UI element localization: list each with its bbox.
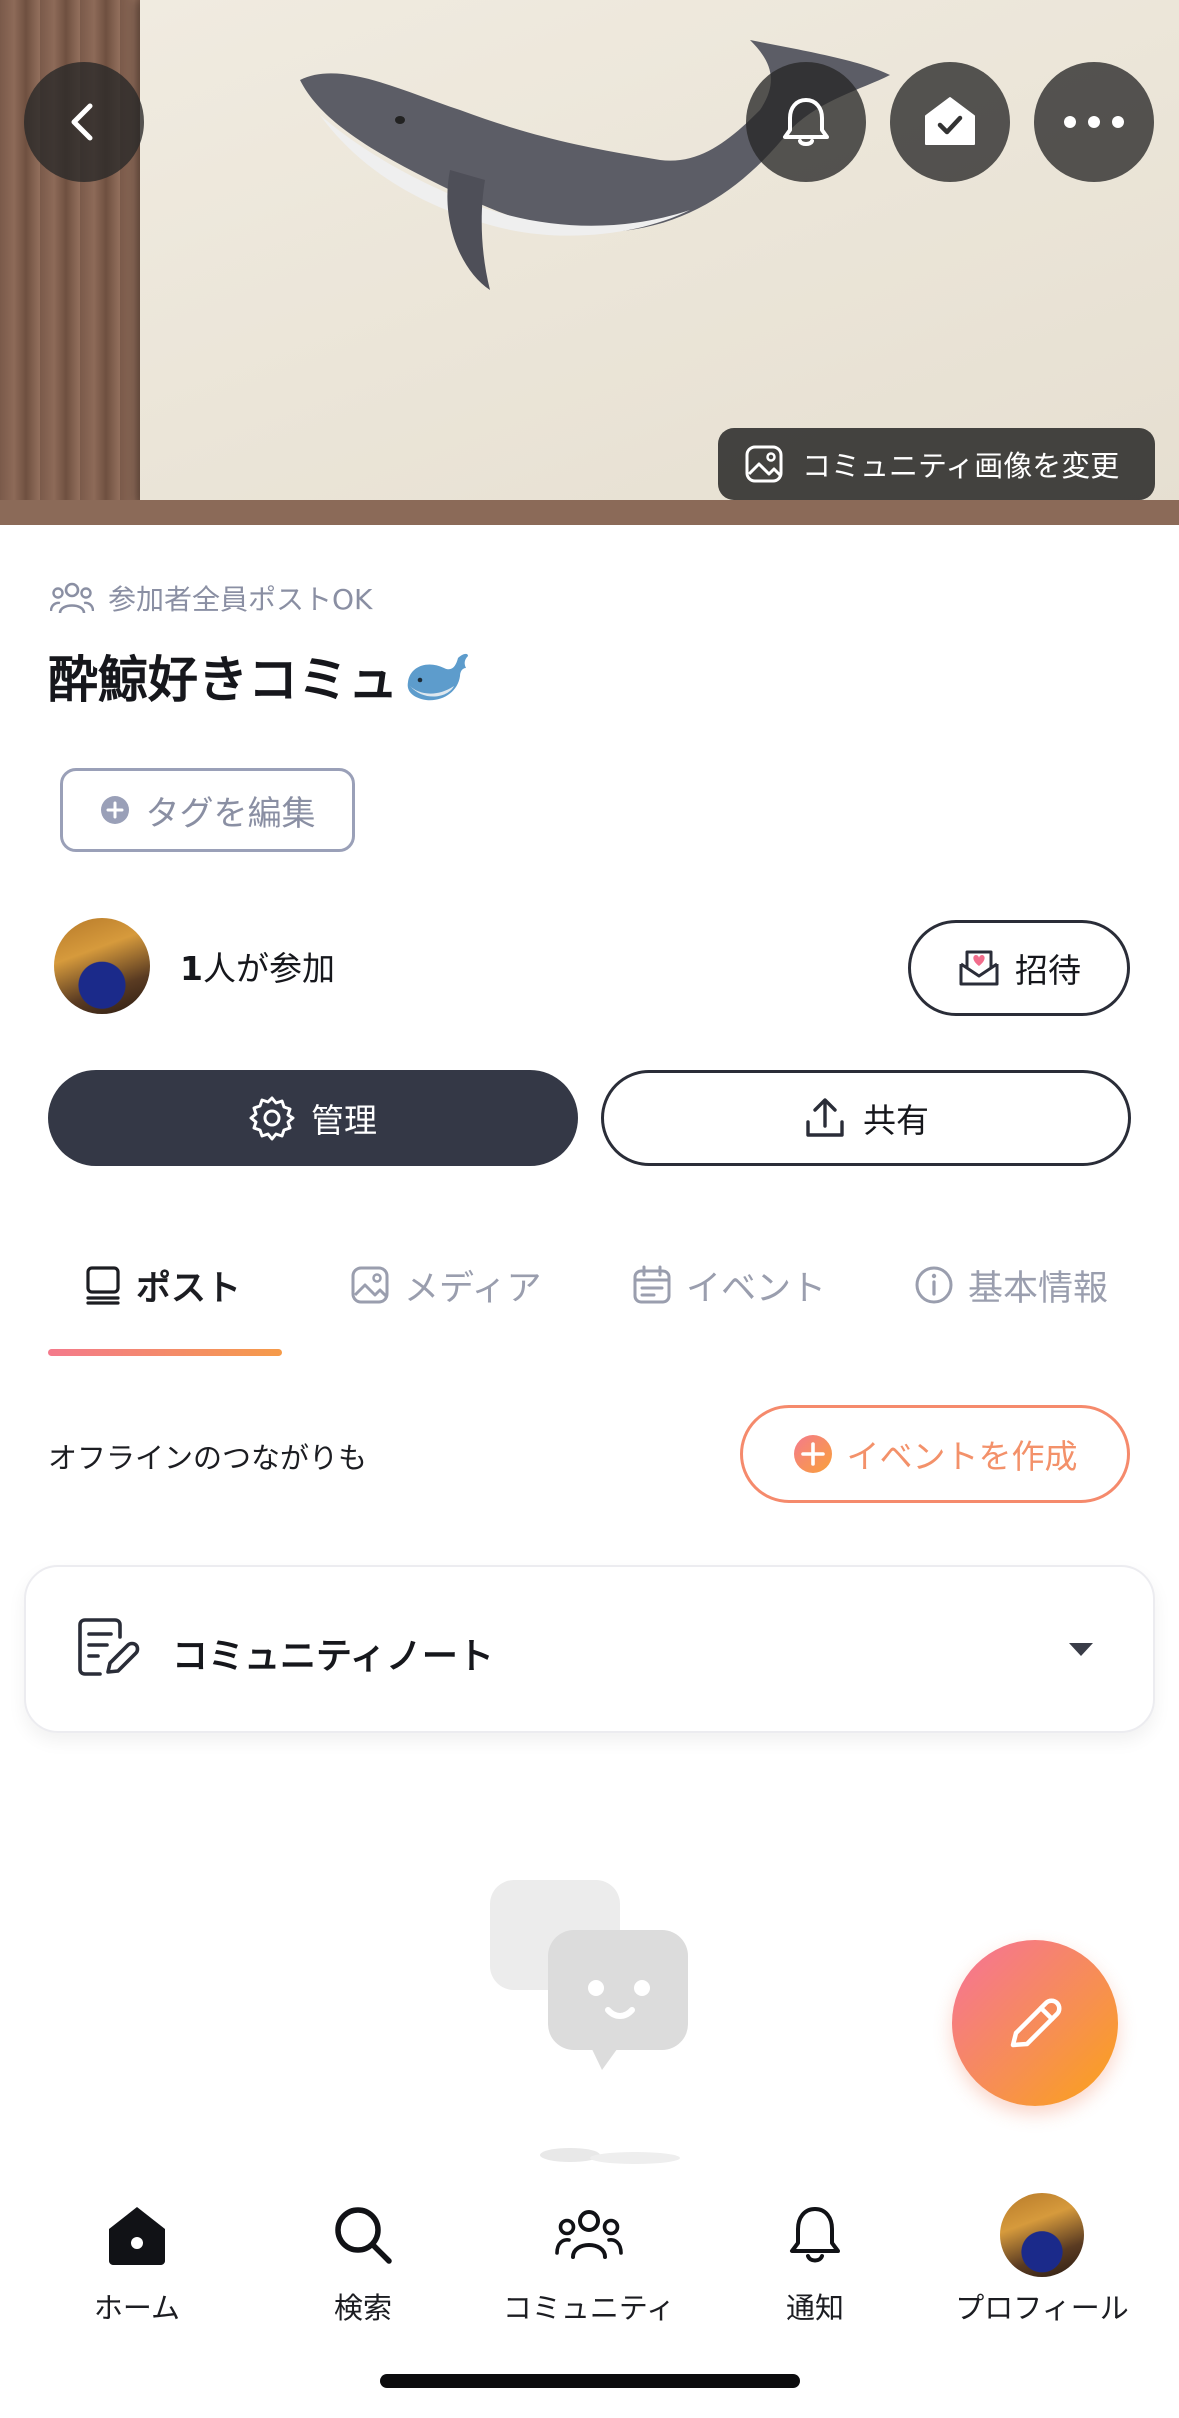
tab-posts-label: ポスト	[136, 1268, 242, 1309]
change-cover-image-label: コミュニティ画像を変更	[802, 449, 1120, 483]
share-upload-icon	[806, 1098, 844, 1137]
community-title-text: 酔鯨好きコミュ	[48, 651, 398, 709]
image-icon	[745, 445, 783, 483]
nav-home[interactable]: ホーム	[27, 2195, 247, 2327]
post-icon	[86, 1266, 120, 1305]
active-tab-indicator	[48, 1349, 282, 1356]
tab-events[interactable]: イベント	[632, 1255, 826, 1315]
plus-circle-icon	[793, 1435, 832, 1473]
notification-toggle-button[interactable]	[746, 62, 866, 182]
invite-label: 招待	[1015, 951, 1081, 990]
more-button[interactable]	[1034, 62, 1154, 182]
member-avatar[interactable]	[54, 918, 150, 1014]
edit-tags-label: タグを編集	[145, 793, 316, 834]
cover-floor	[0, 500, 1179, 525]
community-title: 酔鯨好きコミュ	[48, 640, 470, 712]
tab-media-label: メディア	[404, 1268, 542, 1309]
whale-emoji-icon	[407, 653, 468, 701]
home-icon	[109, 2207, 165, 2265]
members-count[interactable]: 1人が参加	[180, 942, 335, 990]
manage-label: 管理	[311, 1101, 377, 1140]
chevron-left-icon	[71, 103, 93, 141]
tab-posts[interactable]: ポスト	[84, 1255, 241, 1315]
tab-events-label: イベント	[686, 1268, 827, 1309]
people-icon	[50, 582, 94, 614]
pencil-icon	[1010, 1998, 1062, 2048]
back-button[interactable]	[24, 62, 144, 182]
empty-chat-illustration	[490, 1880, 688, 2164]
members-count-number: 1	[180, 949, 203, 988]
create-event-label: イベントを作成	[846, 1437, 1078, 1476]
nav-search[interactable]: 検索	[253, 2195, 473, 2327]
change-cover-image-button[interactable]: コミュニティ画像を変更	[718, 428, 1155, 500]
note-edit-icon	[78, 1618, 140, 1676]
manage-button[interactable]: 管理	[48, 1070, 578, 1166]
image-icon	[351, 1266, 389, 1304]
nav-community-label: コミュニティ	[502, 2291, 676, 2325]
nav-notifications[interactable]: 通知	[705, 2195, 925, 2327]
more-horizontal-icon	[1064, 116, 1124, 128]
avatar	[1000, 2193, 1084, 2277]
nav-search-label: 検索	[333, 2291, 392, 2325]
share-label: 共有	[863, 1101, 929, 1140]
nav-profile-label: プロフィール	[955, 2291, 1129, 2325]
tab-info-label: 基本情報	[968, 1268, 1109, 1309]
edit-tags-button[interactable]: タグを編集	[60, 768, 355, 852]
nav-community[interactable]: コミュニティ	[479, 2195, 699, 2327]
caret-down-icon	[1069, 1643, 1093, 1656]
joined-community-button[interactable]	[890, 62, 1010, 182]
members-count-suffix: 人が参加	[202, 949, 335, 988]
nav-profile[interactable]: プロフィール	[932, 2193, 1152, 2327]
search-icon	[335, 2207, 392, 2264]
post-permission: 参加者全員ポストOK	[50, 578, 372, 618]
tab-info[interactable]: 基本情報	[914, 1255, 1108, 1315]
community-note-label: コミュニティノート	[172, 1636, 494, 1677]
home-check-icon	[925, 97, 975, 145]
bell-icon	[790, 2207, 840, 2263]
calendar-icon	[633, 1265, 671, 1304]
invite-envelope-icon	[959, 950, 999, 986]
nav-notifications-label: 通知	[785, 2291, 844, 2325]
share-button[interactable]: 共有	[601, 1070, 1131, 1166]
home-indicator	[380, 2374, 800, 2388]
info-icon	[915, 1266, 953, 1304]
tab-media[interactable]: メディア	[350, 1255, 542, 1315]
compose-post-button[interactable]	[952, 1940, 1118, 2106]
offline-prompt: オフラインのつながりも	[48, 1441, 368, 1475]
invite-button[interactable]: 招待	[908, 920, 1130, 1016]
gear-icon	[249, 1096, 295, 1141]
create-event-button[interactable]: イベントを作成	[740, 1405, 1130, 1503]
plus-circle-icon	[100, 796, 129, 824]
community-note-card[interactable]: コミュニティノート	[24, 1565, 1155, 1733]
community-icon	[555, 2210, 623, 2259]
bell-icon	[783, 98, 829, 146]
nav-home-label: ホーム	[93, 2291, 181, 2325]
post-permission-label: 参加者全員ポストOK	[108, 583, 373, 616]
